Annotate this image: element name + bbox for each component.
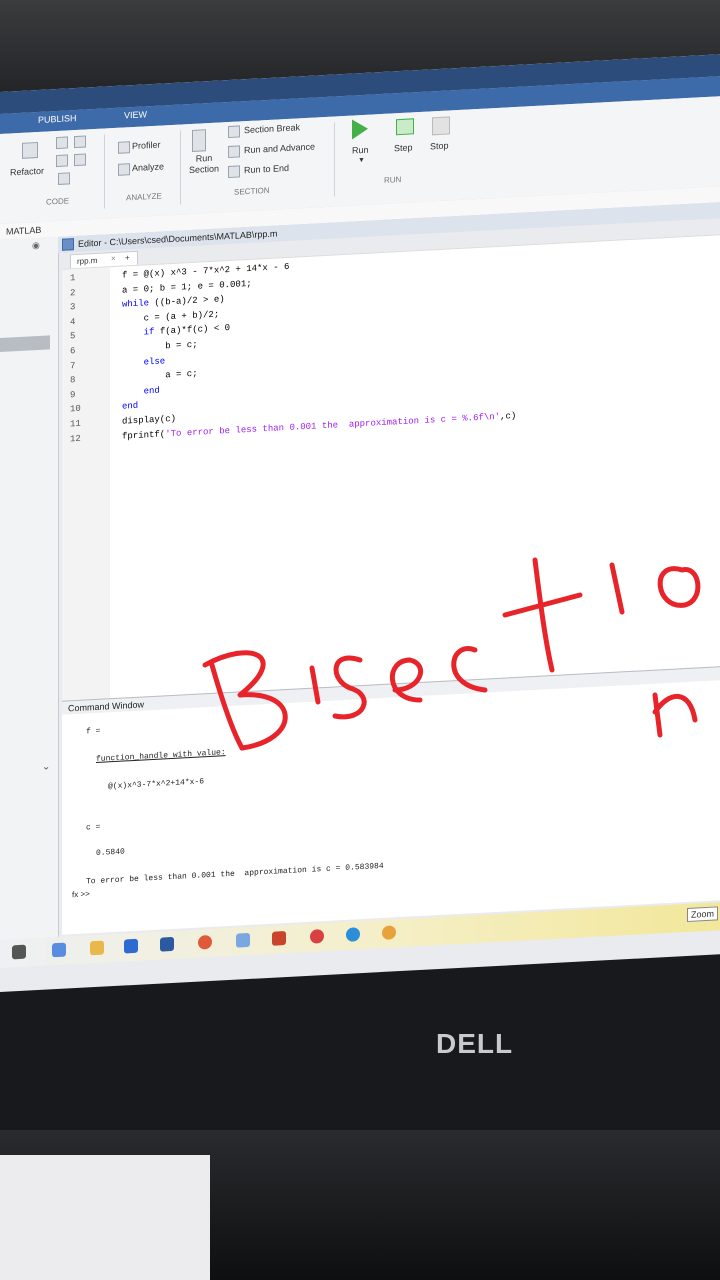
line-number: 6 xyxy=(70,346,76,357)
tab-view[interactable]: VIEW xyxy=(124,109,147,120)
line-number: 2 xyxy=(70,287,76,298)
line-number: 10 xyxy=(70,404,81,415)
r-icon[interactable] xyxy=(236,932,250,948)
code-group-label: CODE xyxy=(46,196,70,207)
refactor-button[interactable]: Refactor xyxy=(10,166,44,178)
panel-menu-icon[interactable]: ◉ xyxy=(32,240,40,251)
run-section-icon[interactable] xyxy=(192,129,206,152)
chevron-down-icon[interactable]: ▼ xyxy=(358,157,365,164)
dell-logo: DELL xyxy=(436,1028,514,1059)
line-number: 7 xyxy=(70,360,76,371)
run-and-advance-button[interactable]: Run and Advance xyxy=(244,141,315,155)
section-group-label: SECTION xyxy=(234,185,270,197)
analyze-icon xyxy=(118,163,130,176)
tab-label: rpp.m xyxy=(77,255,98,266)
divider xyxy=(104,134,105,209)
tab-publish[interactable]: PUBLISH xyxy=(38,113,77,125)
comment-icon[interactable] xyxy=(74,135,86,149)
app-icon[interactable] xyxy=(198,934,212,950)
analyze-button[interactable]: Analyze xyxy=(132,161,164,173)
run-advance-icon xyxy=(228,145,240,159)
line-number: 12 xyxy=(70,433,81,444)
zoom-button[interactable]: Zoom xyxy=(686,906,718,922)
matlab-screen: PUBLISH VIEW Refactor CODE Profiler Anal… xyxy=(0,54,720,992)
panel-title: MATLAB xyxy=(6,224,42,237)
edge-icon[interactable] xyxy=(346,927,360,942)
chevron-down-icon[interactable]: ⌄ xyxy=(42,761,50,772)
code-text: end xyxy=(122,401,139,412)
c-label: c = xyxy=(86,822,101,833)
run-group-label: RUN xyxy=(384,174,402,185)
code-text: end xyxy=(143,385,160,397)
panel-selection-bar xyxy=(0,335,50,352)
step-icon[interactable] xyxy=(396,118,414,136)
c-value: 0.5840 xyxy=(96,847,125,858)
divider xyxy=(180,130,181,205)
line-number: 3 xyxy=(70,302,76,313)
line-number: 8 xyxy=(70,375,76,386)
desk-paper xyxy=(0,1155,210,1280)
run-section-button[interactable]: Run Section xyxy=(184,152,224,176)
indent-icon[interactable] xyxy=(56,154,68,168)
stop-icon[interactable] xyxy=(432,116,450,136)
section-break-button[interactable]: Section Break xyxy=(244,122,300,135)
result-line: To error be less than 0.001 the approxim… xyxy=(86,861,384,887)
wrap-icon[interactable] xyxy=(74,153,86,167)
matlab-icon[interactable] xyxy=(272,931,286,946)
f-label: f = xyxy=(86,726,101,737)
line-number: 1 xyxy=(70,273,76,284)
line-number: 9 xyxy=(70,389,76,401)
task-view-icon[interactable] xyxy=(12,944,26,960)
current-folder-panel: ◉ ⌄ xyxy=(0,236,59,940)
outlook-icon[interactable] xyxy=(124,938,138,954)
dev-cpp-icon[interactable] xyxy=(160,936,174,952)
analyze-group-label: ANALYZE xyxy=(126,191,162,203)
function-value-text: @(x)x^3-7*x^2+14*x-6 xyxy=(108,777,205,792)
run-button[interactable]: Run xyxy=(352,145,369,156)
section-break-icon xyxy=(228,125,240,139)
smart-indent-icon[interactable] xyxy=(58,172,70,185)
chrome-icon[interactable] xyxy=(382,925,396,940)
file-explorer-icon[interactable] xyxy=(90,940,104,956)
profiler-icon xyxy=(118,141,130,154)
code-text: else xyxy=(143,355,166,368)
run-to-end-icon xyxy=(228,165,240,179)
code-editor[interactable]: 1f = @(x) x^3 - 7*x^2 + 14*x - 62a = 0; … xyxy=(62,234,720,702)
line-number: 5 xyxy=(70,331,76,342)
function-handle-text: function_handle with value: xyxy=(96,748,226,764)
code-text: display(c) xyxy=(122,413,177,427)
close-icon[interactable]: × xyxy=(111,254,116,263)
profiler-button[interactable]: Profiler xyxy=(132,140,161,151)
line-number: 11 xyxy=(70,418,81,430)
run-to-end-button[interactable]: Run to End xyxy=(244,163,289,175)
stop-button[interactable]: Stop xyxy=(430,140,449,151)
command-window[interactable]: f = function_handle with value: @(x)x^3-… xyxy=(62,680,720,935)
line-number: 4 xyxy=(70,316,76,328)
wps-icon[interactable] xyxy=(310,929,324,944)
percent-icon[interactable] xyxy=(56,136,68,150)
command-prompt[interactable]: fx >> xyxy=(72,889,90,899)
editor-icon xyxy=(62,238,74,251)
run-icon[interactable] xyxy=(352,118,368,140)
divider xyxy=(334,122,335,197)
add-tab-icon[interactable]: + xyxy=(125,253,130,262)
refactor-icon[interactable] xyxy=(22,142,38,159)
widgets-icon[interactable] xyxy=(52,942,66,958)
step-button[interactable]: Step xyxy=(394,142,413,153)
